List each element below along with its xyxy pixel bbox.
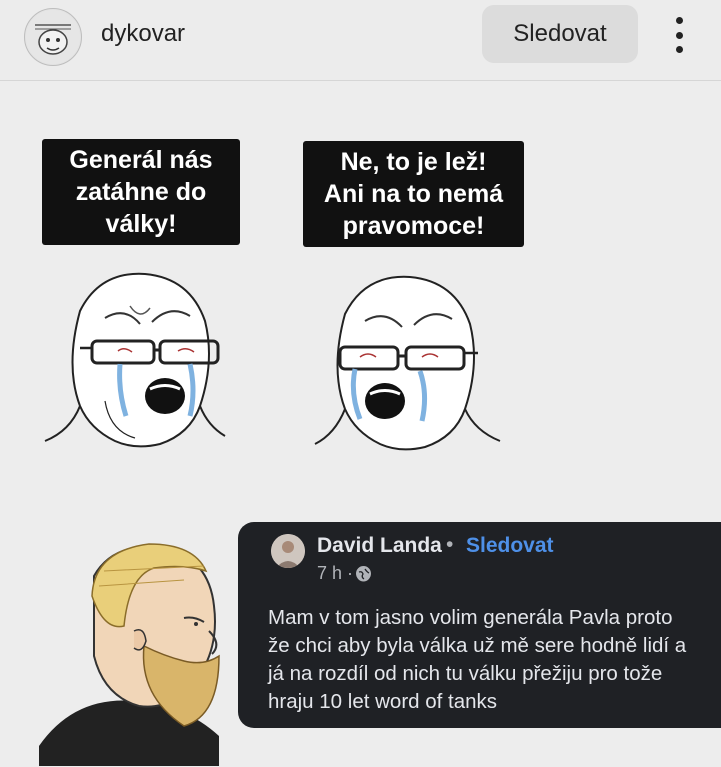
comment-line: já na rozdíl od nich tu válku přežiju pr… [268, 662, 663, 685]
comment-time: 7 h · [317, 563, 354, 583]
more-vertical-icon[interactable] [666, 17, 692, 53]
comment-line: že chci aby byla válka už mě sere hodně … [268, 634, 687, 657]
bubble-line: Ani na to nemá [323, 180, 504, 208]
avatar[interactable] [24, 8, 82, 66]
facebook-comment: David Landa • Sledovat 7 h · Mam v tom j… [238, 522, 721, 728]
comment-text: Mam v tom jasno volim generála Pavla pro… [268, 604, 713, 716]
bubble-line: pravomoce! [342, 212, 485, 240]
username[interactable]: dykovar [101, 20, 185, 48]
speech-bubble-right: Ne, to je lež! Ani na to nemá pravomoce! [303, 141, 524, 247]
globe-icon [356, 566, 372, 582]
bubble-line: války! [105, 210, 177, 238]
separator-dot: • [446, 533, 454, 556]
bubble-line: Ne, to je lež! [340, 148, 487, 176]
commenter-avatar[interactable] [271, 534, 305, 568]
chad-yes-man [39, 543, 220, 766]
crying-wojak-left [44, 272, 226, 448]
post-header: dykovar Sledovat [0, 0, 721, 81]
avatar-image [26, 10, 80, 64]
bubble-line: zatáhne do [75, 178, 207, 206]
speech-bubble-left: Generál nás zatáhne do války! [42, 139, 240, 245]
comment-line: hraju 10 let word of tanks [268, 690, 498, 713]
comment-line: Mam v tom jasno volim generála Pavla pro… [268, 606, 673, 629]
commenter-name[interactable]: David Landa [317, 534, 442, 558]
follow-button[interactable]: Sledovat [482, 5, 638, 63]
comment-follow-link[interactable]: Sledovat [466, 534, 554, 558]
meme-image: Generál nás zatáhne do války! Ne, to je … [0, 81, 721, 767]
bubble-line: Generál nás [69, 146, 213, 174]
crying-wojak-right [314, 275, 501, 451]
comment-timestamp: 7 h · [317, 563, 372, 584]
